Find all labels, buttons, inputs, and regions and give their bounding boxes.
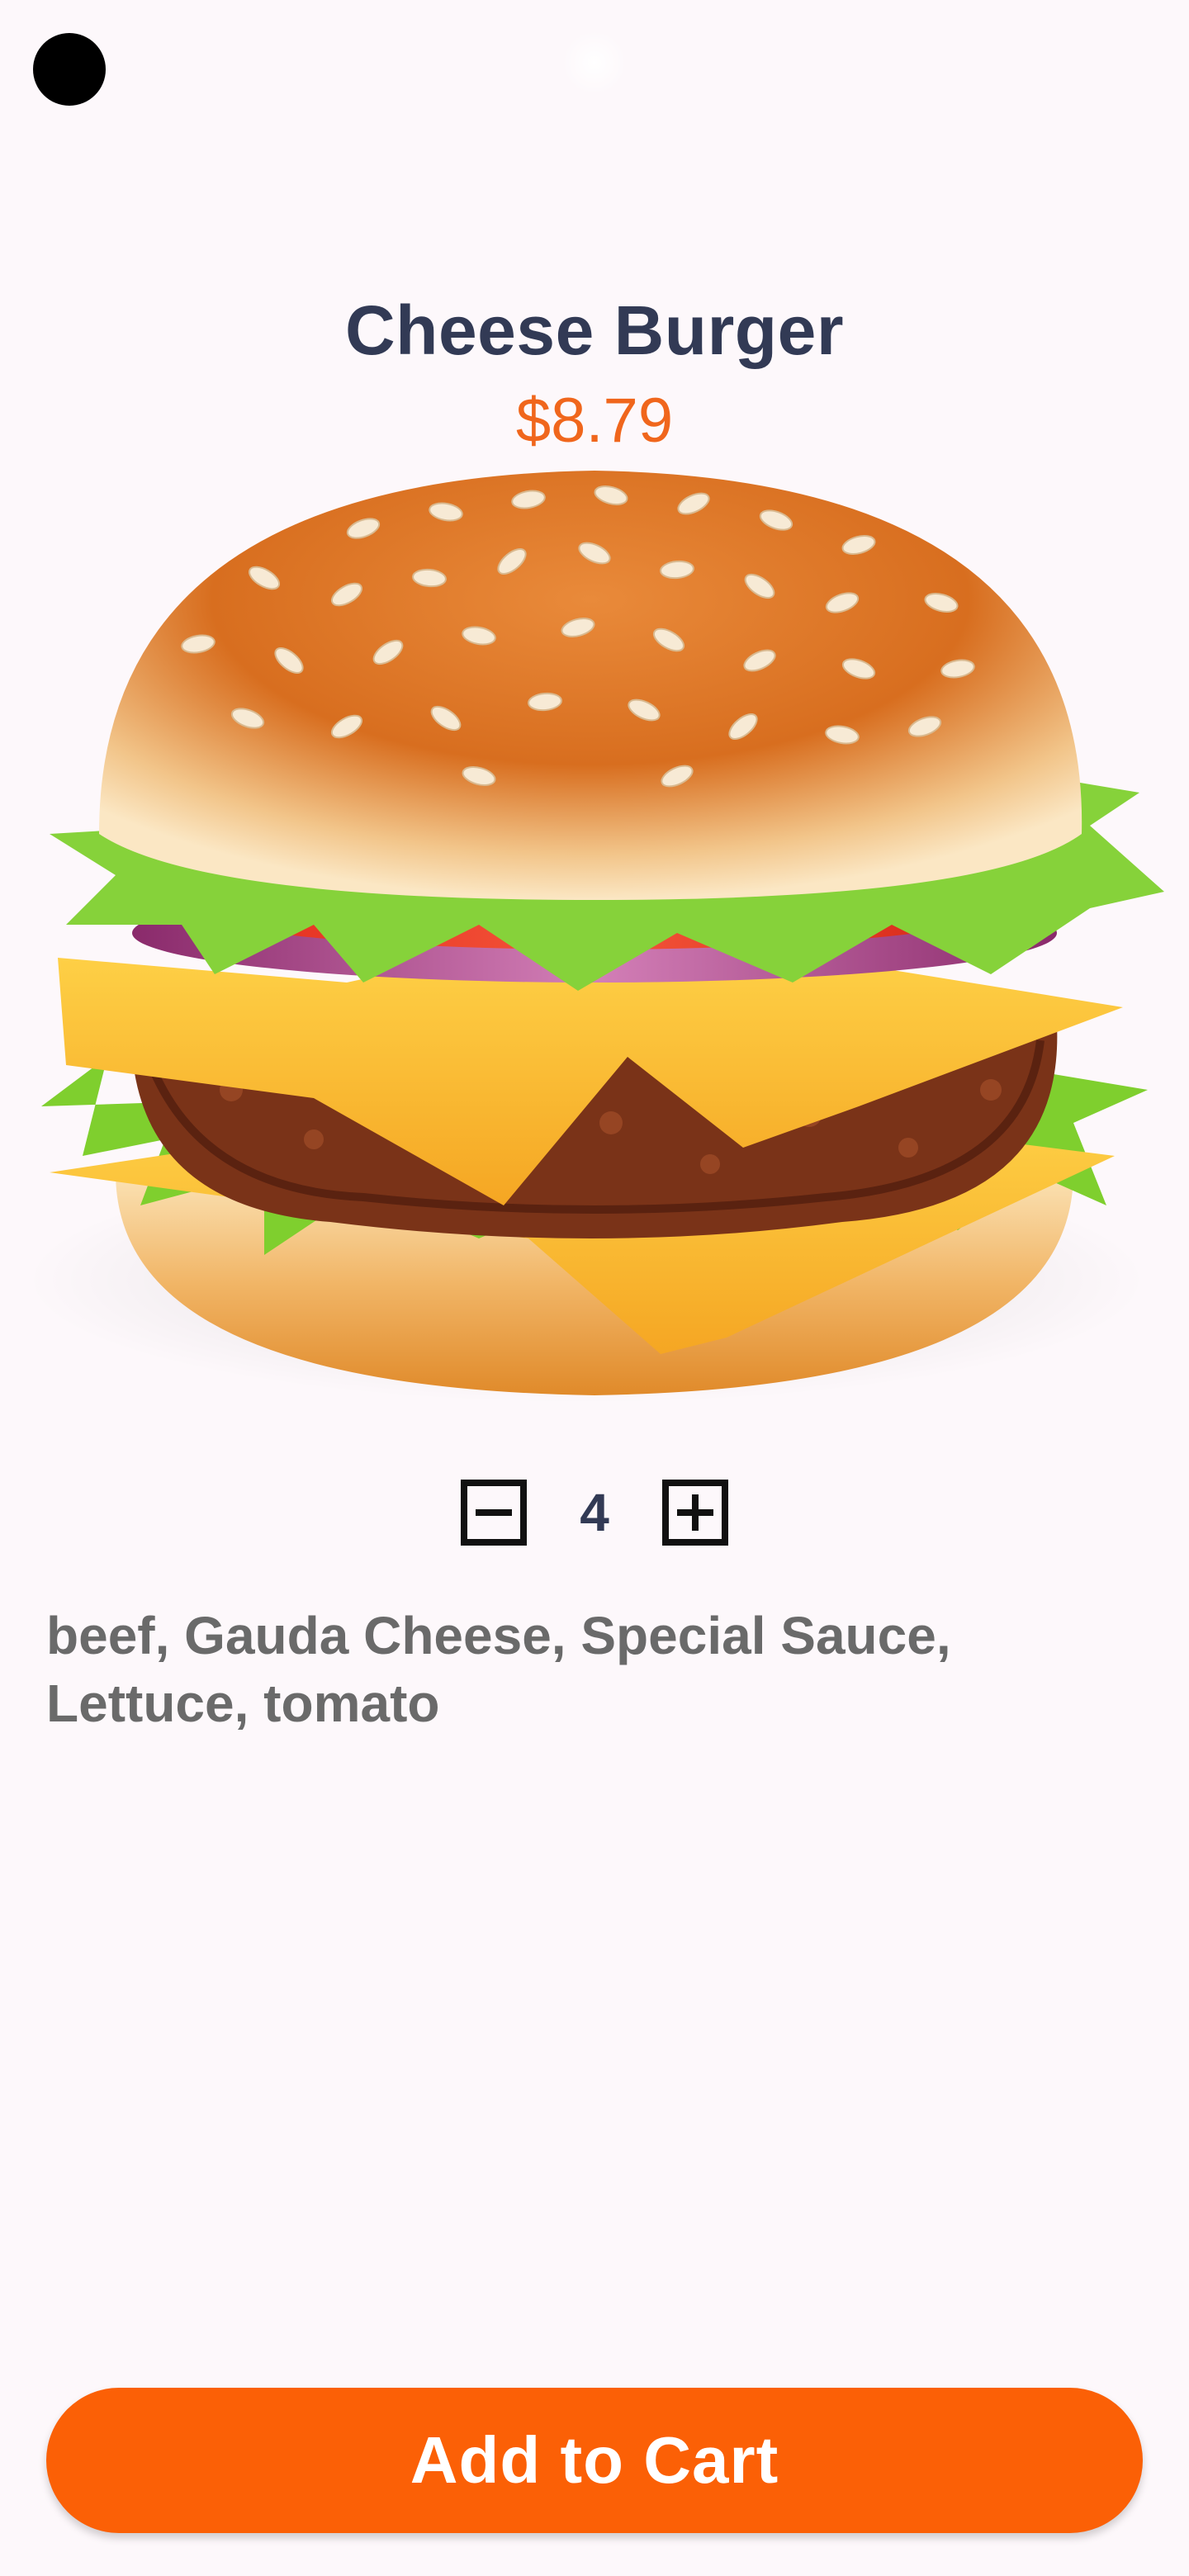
decrease-quantity-button[interactable]: [459, 1478, 528, 1547]
quantity-value: 4: [580, 1483, 609, 1542]
camera-cutout: [33, 33, 106, 106]
product-price: $8.79: [515, 386, 674, 456]
product-description: beef, Gauda Cheese, Special Sauce, Lettu…: [46, 1606, 951, 1733]
status-indicator: [561, 30, 628, 96]
minus-square-icon: [461, 1480, 527, 1546]
add-to-cart-button[interactable]: Add to Cart: [46, 2388, 1143, 2533]
cheeseburger-illustration: [25, 471, 1164, 1404]
product-title: Cheese Burger: [344, 291, 845, 369]
add-to-cart-label: Add to Cart: [410, 2423, 779, 2497]
plus-square-icon: [662, 1480, 728, 1546]
increase-quantity-button[interactable]: [661, 1478, 730, 1547]
product-image: [17, 462, 1172, 1453]
quantity-stepper: 4: [0, 1478, 1189, 1547]
product-detail-screen: Cheese Burger $8.79 4 beef, Gauda Cheese…: [0, 0, 1189, 2576]
